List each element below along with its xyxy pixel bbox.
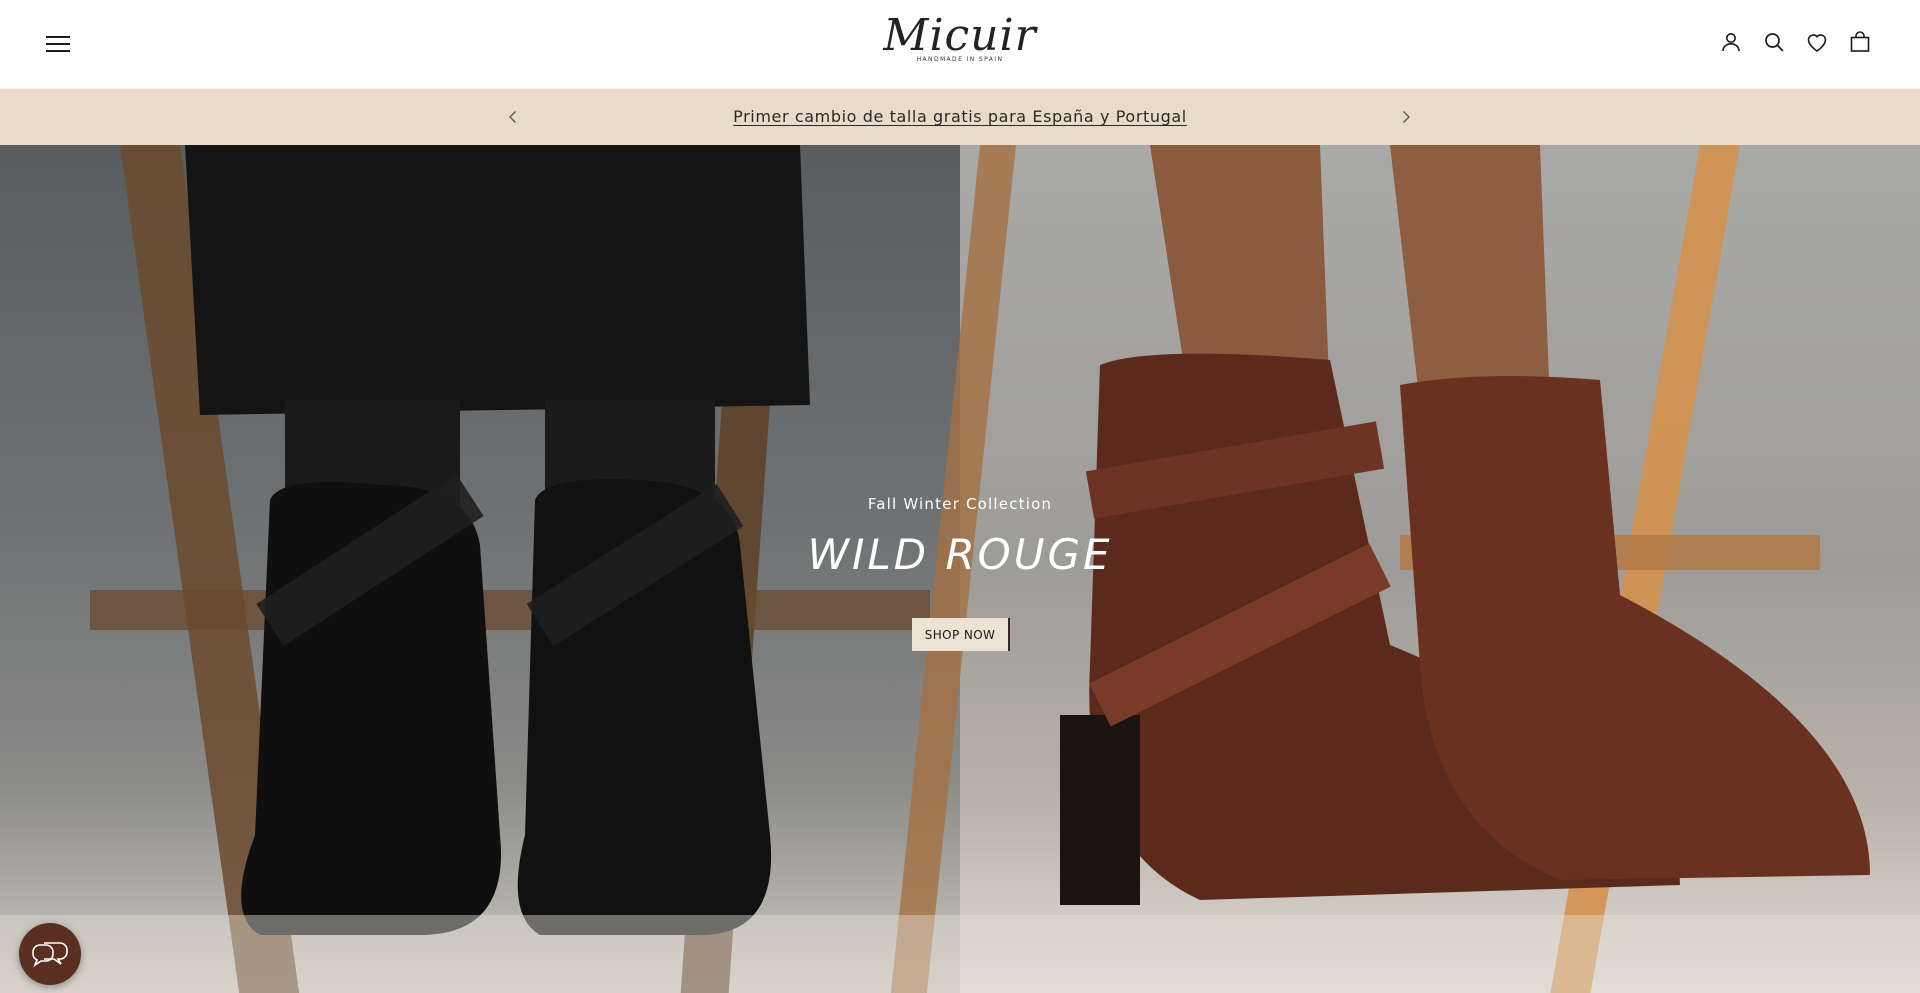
account-icon[interactable] — [1719, 30, 1743, 54]
cart-bag-icon[interactable] — [1848, 30, 1872, 54]
announcement-bar: Primer cambio de talla gratis para Españ… — [0, 89, 1920, 145]
wishlist-heart-icon[interactable] — [1805, 30, 1829, 54]
hero-title: WILD ROUGE — [807, 530, 1113, 579]
header-actions — [1719, 30, 1872, 54]
logo-wordmark: Micuir — [883, 10, 1037, 61]
hero-banner: Fall Winter Collection WILD ROUGE SHOP N… — [0, 145, 1920, 993]
site-header: Micuir HANDMADE IN SPAIN — [0, 0, 1920, 89]
search-icon[interactable] — [1762, 30, 1786, 54]
shop-now-button[interactable]: SHOP NOW — [912, 618, 1008, 651]
chat-bubbles-icon[interactable] — [19, 923, 81, 985]
site-logo[interactable]: Micuir HANDMADE IN SPAIN — [870, 12, 1050, 74]
hero-content: Fall Winter Collection WILD ROUGE SHOP N… — [0, 145, 1920, 993]
announcement-link[interactable]: Primer cambio de talla gratis para Españ… — [0, 107, 1920, 126]
hamburger-menu-icon[interactable] — [46, 34, 72, 54]
hero-subtitle: Fall Winter Collection — [867, 495, 1053, 513]
chevron-right-icon[interactable] — [1396, 107, 1416, 127]
